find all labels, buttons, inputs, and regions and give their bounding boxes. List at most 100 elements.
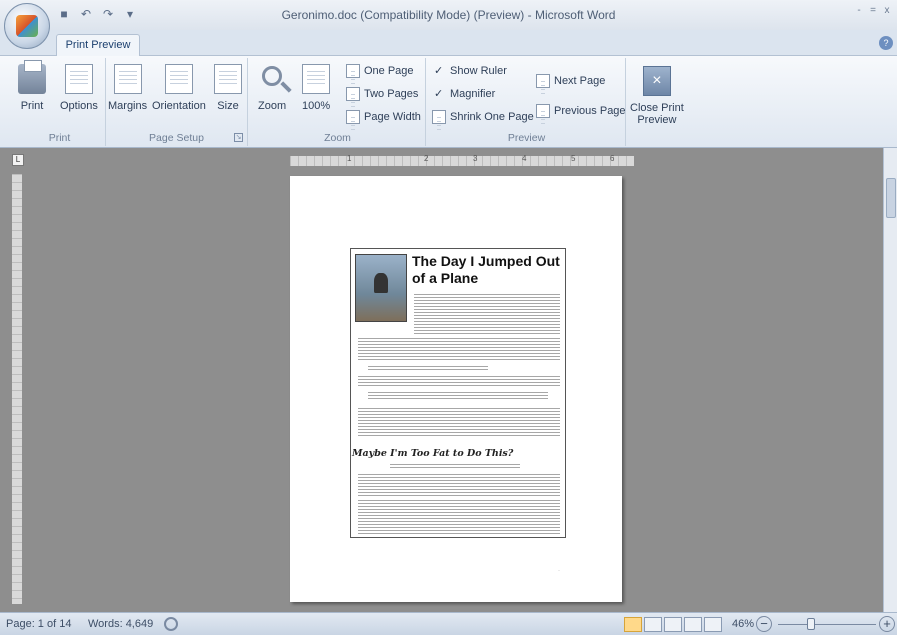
options-button[interactable]: Options bbox=[60, 64, 98, 112]
margins-button[interactable]: Margins bbox=[108, 64, 147, 112]
print-button-label: Print bbox=[20, 100, 44, 112]
two-pages-button[interactable]: Two Pages bbox=[346, 87, 419, 108]
page-setup-launcher-icon[interactable]: ↘ bbox=[234, 133, 243, 142]
zoom-slider[interactable] bbox=[778, 618, 876, 630]
help-icon[interactable]: ? bbox=[879, 36, 893, 50]
next-page-icon bbox=[536, 74, 550, 95]
show-ruler-label: Show Ruler bbox=[450, 64, 507, 77]
view-buttons bbox=[624, 617, 722, 632]
document-area[interactable]: L 1 2 3 4 5 6 The Day I Jumped Out of a … bbox=[0, 148, 897, 612]
draft-view-button[interactable] bbox=[704, 617, 722, 632]
close-window-button[interactable]: x bbox=[881, 4, 893, 18]
web-layout-view-button[interactable] bbox=[664, 617, 682, 632]
scrollbar-thumb[interactable] bbox=[886, 178, 896, 218]
print-group-label: Print bbox=[48, 132, 71, 144]
magnifier-checkbox[interactable]: ✓ Magnifier bbox=[434, 87, 495, 101]
body-text-block bbox=[358, 474, 560, 496]
horizontal-ruler[interactable]: 1 2 3 4 5 6 bbox=[290, 154, 634, 166]
print-button[interactable]: Print bbox=[18, 60, 46, 112]
outline-view-button[interactable] bbox=[684, 617, 702, 632]
close-print-preview-button[interactable]: × Close Print Preview bbox=[630, 66, 684, 126]
word-count[interactable]: Words: 4,649 bbox=[88, 618, 153, 630]
previous-page-button[interactable]: Previous Page bbox=[536, 104, 626, 125]
two-pages-label: Two Pages bbox=[364, 88, 419, 100]
vertical-scrollbar[interactable] bbox=[883, 148, 897, 612]
zoom-button[interactable]: Zoom bbox=[258, 64, 286, 112]
one-page-button[interactable]: One Page bbox=[346, 64, 414, 85]
preview-page[interactable]: The Day I Jumped Out of a Plane Maybe I'… bbox=[290, 176, 622, 602]
zoom-slider-thumb[interactable] bbox=[806, 618, 815, 630]
body-text-block bbox=[368, 366, 488, 370]
print-group: Print Options Print bbox=[14, 58, 106, 146]
options-button-label: Options bbox=[60, 100, 98, 112]
size-button-label: Size bbox=[217, 100, 239, 112]
body-text-block bbox=[414, 294, 560, 334]
zoom-out-button[interactable]: − bbox=[756, 616, 772, 632]
full-screen-reading-view-button[interactable] bbox=[644, 617, 662, 632]
page-width-icon bbox=[346, 110, 360, 131]
tab-selector-button[interactable]: L bbox=[12, 154, 24, 166]
preview-group: ✓ Show Ruler ✓ Magnifier Shrink One Page… bbox=[428, 58, 626, 146]
close-print-preview-label-line1: Close Print bbox=[630, 102, 684, 114]
close-preview-icon: × bbox=[642, 66, 671, 96]
previous-page-label: Previous Page bbox=[554, 105, 626, 117]
ruler-mark: 5 bbox=[571, 154, 576, 163]
magnifier-check-icon: ✓ bbox=[434, 88, 444, 100]
page-setup-group-label: Page Setup bbox=[149, 132, 204, 144]
ribbon-tab-row: Print Preview ? bbox=[0, 30, 897, 57]
zoom-level[interactable]: 46% bbox=[732, 618, 754, 630]
print-layout-view-button[interactable] bbox=[624, 617, 642, 632]
orientation-icon bbox=[164, 64, 193, 94]
office-button[interactable] bbox=[4, 3, 50, 49]
vertical-ruler[interactable] bbox=[12, 174, 22, 604]
page-width-button[interactable]: Page Width bbox=[346, 110, 421, 131]
show-ruler-check-icon: ✓ bbox=[434, 65, 444, 77]
body-text-block bbox=[390, 464, 520, 468]
zoom-in-button[interactable]: + bbox=[879, 616, 895, 632]
one-page-label: One Page bbox=[364, 65, 414, 77]
status-bar: Page: 1 of 14 Words: 4,649 46% − + bbox=[0, 612, 897, 635]
orientation-button-label: Orientation bbox=[152, 100, 206, 112]
shrink-one-page-button[interactable]: Shrink One Page bbox=[432, 110, 534, 131]
ruler-mark: 6 bbox=[610, 154, 615, 163]
zoom-100-label: 100% bbox=[302, 100, 331, 112]
ruler-mark: 2 bbox=[424, 154, 429, 163]
proofing-icon[interactable] bbox=[164, 617, 178, 631]
office-logo-icon bbox=[16, 15, 38, 37]
zoom-magnifier-icon bbox=[262, 66, 283, 86]
orientation-button[interactable]: Orientation bbox=[152, 64, 206, 112]
page-setup-group: Margins Orientation Size Page Setup ↘ bbox=[106, 58, 248, 146]
body-text-block bbox=[358, 338, 560, 360]
preview-group-label: Preview bbox=[507, 132, 546, 144]
ruler-mark: 4 bbox=[522, 154, 527, 163]
window-title: Geronimo.doc (Compatibility Mode) (Previ… bbox=[281, 8, 616, 22]
body-text-block bbox=[368, 392, 548, 400]
size-button[interactable]: Size bbox=[214, 64, 242, 112]
margins-icon bbox=[113, 64, 142, 94]
ruler-mark: 1 bbox=[347, 154, 352, 163]
previous-page-icon bbox=[536, 104, 550, 125]
zoom-group: Zoom 100% One Page Two Pages Page Width … bbox=[250, 58, 426, 146]
next-page-label: Next Page bbox=[554, 75, 606, 87]
maximize-button[interactable]: = bbox=[867, 4, 879, 18]
tab-print-preview[interactable]: Print Preview bbox=[56, 34, 140, 57]
ruler-mark: 3 bbox=[473, 154, 478, 163]
zoom-100-icon bbox=[302, 64, 331, 94]
page-count[interactable]: Page: 1 of 14 bbox=[6, 618, 71, 630]
shrink-one-page-label: Shrink One Page bbox=[450, 111, 534, 123]
ribbon: Print Options Print Margins Orientation … bbox=[0, 56, 897, 148]
minimize-button[interactable]: - bbox=[853, 4, 865, 18]
body-text-block bbox=[358, 408, 560, 438]
shrink-one-page-icon bbox=[432, 110, 446, 131]
page-number-mark: · bbox=[558, 568, 560, 574]
page-width-label: Page Width bbox=[364, 111, 421, 123]
section-heading: Maybe I'm Too Fat to Do This? bbox=[352, 448, 514, 459]
show-ruler-checkbox[interactable]: ✓ Show Ruler bbox=[434, 64, 507, 78]
zoom-100-button[interactable]: 100% bbox=[302, 64, 330, 112]
article-title: The Day I Jumped Out of a Plane bbox=[412, 253, 560, 286]
next-page-button[interactable]: Next Page bbox=[536, 74, 606, 95]
options-icon bbox=[64, 64, 93, 94]
printer-icon bbox=[18, 60, 46, 94]
margins-button-label: Margins bbox=[108, 100, 148, 112]
window-controls: - = x bbox=[853, 4, 893, 18]
